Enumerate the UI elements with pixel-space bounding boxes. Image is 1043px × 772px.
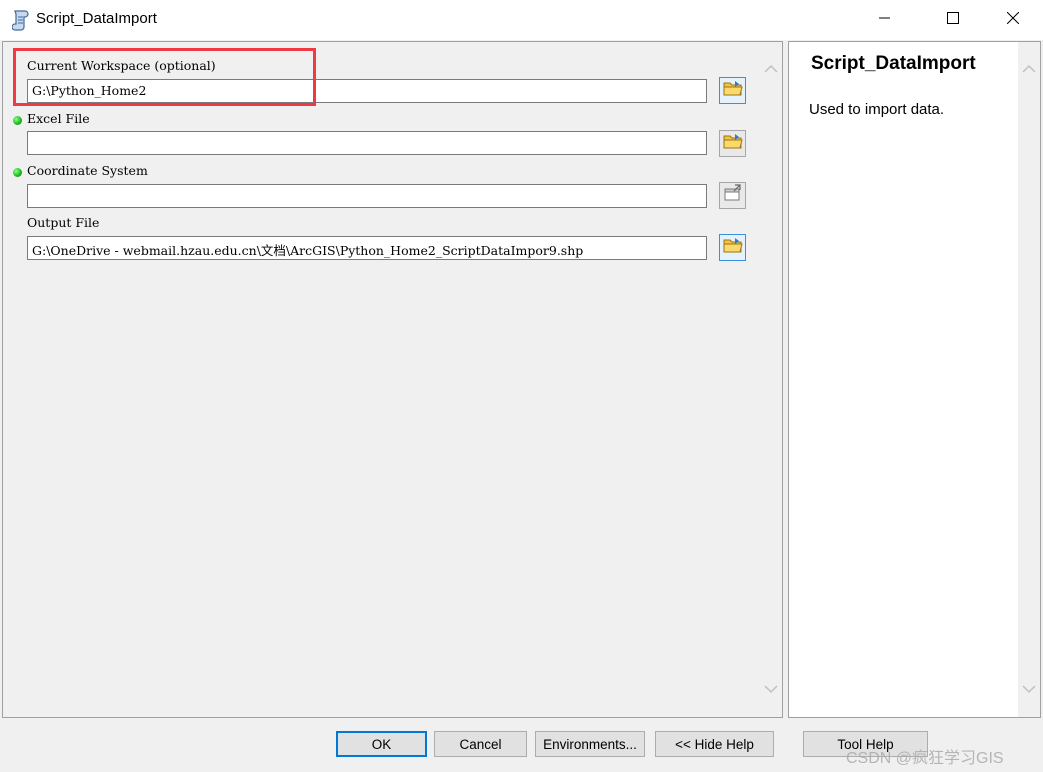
window-title: Script_DataImport: [36, 10, 157, 27]
open-folder-icon: [723, 236, 743, 259]
open-folder-icon: [723, 132, 743, 155]
output-file-input[interactable]: G:\OneDrive - webmail.hzau.edu.cn\文档\Arc…: [27, 236, 707, 260]
excel-file-browse-button[interactable]: [719, 130, 746, 157]
minimize-icon: [879, 11, 891, 29]
param-label-coordinate-system: Coordinate System: [27, 163, 148, 178]
maximize-icon: [947, 11, 959, 29]
script-tool-icon: [11, 9, 30, 31]
cancel-button[interactable]: Cancel: [434, 731, 527, 757]
tool-help-button[interactable]: Tool Help: [803, 731, 928, 757]
scroll-down-icon[interactable]: [763, 682, 779, 696]
output-file-browse-button[interactable]: [719, 234, 746, 261]
current-workspace-browse-button[interactable]: [719, 77, 746, 104]
properties-icon: [723, 184, 743, 207]
param-label-current-workspace: Current Workspace (optional): [27, 58, 216, 73]
help-scrollbar[interactable]: [1018, 42, 1040, 717]
param-label-output-file: Output File: [27, 215, 100, 230]
minimize-button[interactable]: [862, 0, 908, 40]
maximize-button[interactable]: [930, 0, 976, 40]
scroll-up-icon[interactable]: [763, 62, 779, 76]
open-folder-icon: [723, 79, 743, 102]
scroll-up-icon[interactable]: [1021, 62, 1037, 76]
close-button[interactable]: [990, 0, 1036, 40]
current-workspace-input[interactable]: G:\Python_Home2: [27, 79, 707, 103]
ok-button[interactable]: OK: [336, 731, 427, 757]
parameters-pane: Current Workspace (optional) G:\Python_H…: [2, 41, 783, 718]
help-description: Used to import data.: [809, 101, 945, 118]
parameters-scrollbar[interactable]: [760, 42, 782, 717]
coordinate-system-properties-button[interactable]: [719, 182, 746, 209]
required-indicator: [13, 116, 22, 125]
hide-help-button[interactable]: << Hide Help: [655, 731, 774, 757]
title-bar: Script_DataImport: [0, 0, 1043, 40]
excel-file-input[interactable]: [27, 131, 707, 155]
help-pane: Script_DataImport Used to import data.: [788, 41, 1041, 718]
scroll-down-icon[interactable]: [1021, 682, 1037, 696]
param-label-excel-file: Excel File: [27, 111, 90, 126]
environments-button[interactable]: Environments...: [535, 731, 645, 757]
required-indicator: [13, 168, 22, 177]
close-icon: [1006, 11, 1020, 29]
help-title: Script_DataImport: [811, 53, 976, 74]
coordinate-system-input[interactable]: [27, 184, 707, 208]
